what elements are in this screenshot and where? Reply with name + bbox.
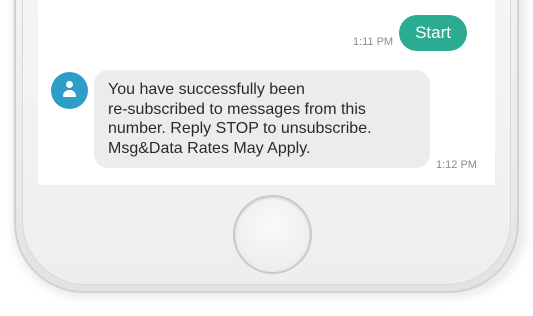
sent-message-time: 1:11 PM: [352, 36, 394, 48]
avatar-head: [66, 81, 73, 88]
home-button[interactable]: [233, 195, 312, 274]
received-message-time: 1:12 PM: [436, 159, 477, 171]
message-line: number. Reply STOP to unsubscribe.: [108, 120, 372, 137]
message-line: You have successfully been: [108, 81, 305, 98]
sent-message-bubble[interactable]: Start: [399, 15, 467, 51]
sent-message-row: 1:11 PM Start: [353, 15, 467, 51]
messages-screen: 1:11 PM Start You have successfully been…: [38, 0, 495, 185]
received-message-bubble[interactable]: You have successfully been re-subscribed…: [94, 70, 430, 168]
message-line: re-subscribed to messages from this: [108, 100, 366, 118]
phone-mockup-scene: 1:11 PM Start You have successfully been…: [0, 0, 533, 316]
person-icon: [51, 72, 88, 109]
avatar-body: [63, 90, 76, 97]
message-line: Msg&Data Rates May Apply.: [108, 139, 311, 157]
